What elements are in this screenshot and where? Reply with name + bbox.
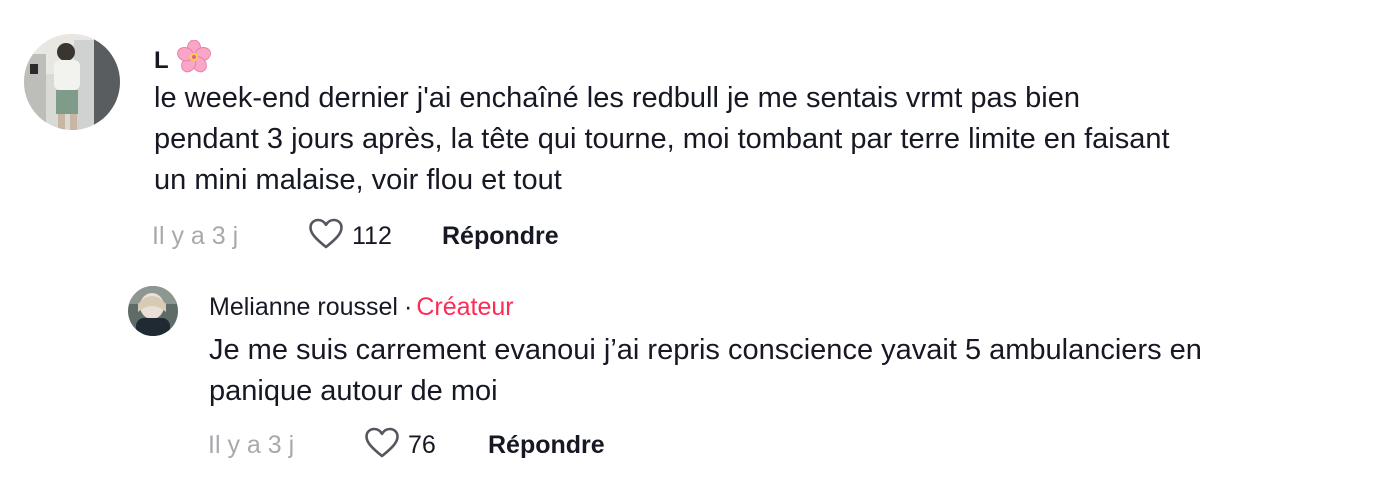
comment-text-line: le week-end dernier j'ai enchaîné les re…: [154, 82, 1080, 114]
comment-text: le week-end dernier j'ai enchaîné les re…: [154, 78, 1354, 201]
comment-text-line: panique autour de moi: [209, 375, 498, 407]
like-button[interactable]: 76: [364, 427, 488, 464]
reply-button[interactable]: Répondre: [442, 222, 559, 251]
like-count: 112: [352, 222, 392, 250]
comment-timestamp: Il y a 3 j: [152, 222, 239, 250]
creator-badge: Créateur: [416, 293, 514, 321]
comment-text-line: pendant 3 jours après, la tête qui tourn…: [154, 123, 1170, 155]
username-text: Melianne roussel: [209, 293, 398, 321]
reply-button[interactable]: Répondre: [488, 431, 605, 460]
separator-dot: ·: [404, 293, 413, 321]
comment-text: Je me suis carrement evanoui j’ai repris…: [209, 330, 1359, 412]
like-count: 76: [408, 431, 436, 459]
comment-actions: Il y a 3 j 76 Répondre: [208, 427, 605, 464]
comment-timestamp: Il y a 3 j: [208, 431, 295, 459]
like-button[interactable]: 112: [308, 218, 442, 255]
comment-username[interactable]: L: [154, 39, 211, 82]
comment-username[interactable]: Melianne roussel · Créateur: [209, 291, 514, 323]
comment-text-line: un mini malaise, voir flou et tout: [154, 164, 562, 196]
comment-text-line: Je me suis carrement evanoui j’ai repris…: [209, 334, 1202, 366]
username-text: L: [154, 47, 169, 74]
avatar[interactable]: [128, 286, 178, 336]
heart-icon[interactable]: [308, 218, 344, 255]
comment-actions: Il y a 3 j 112 Répondre: [152, 218, 559, 255]
heart-icon[interactable]: [364, 427, 400, 464]
avatar[interactable]: [24, 34, 120, 130]
cherry-blossom-icon: [176, 39, 211, 82]
comment-item: L le week-end dernier j'ai enchaîné les …: [0, 0, 1378, 270]
reply-comment-item: Melianne roussel · Créateur Je me suis car…: [0, 270, 1378, 482]
